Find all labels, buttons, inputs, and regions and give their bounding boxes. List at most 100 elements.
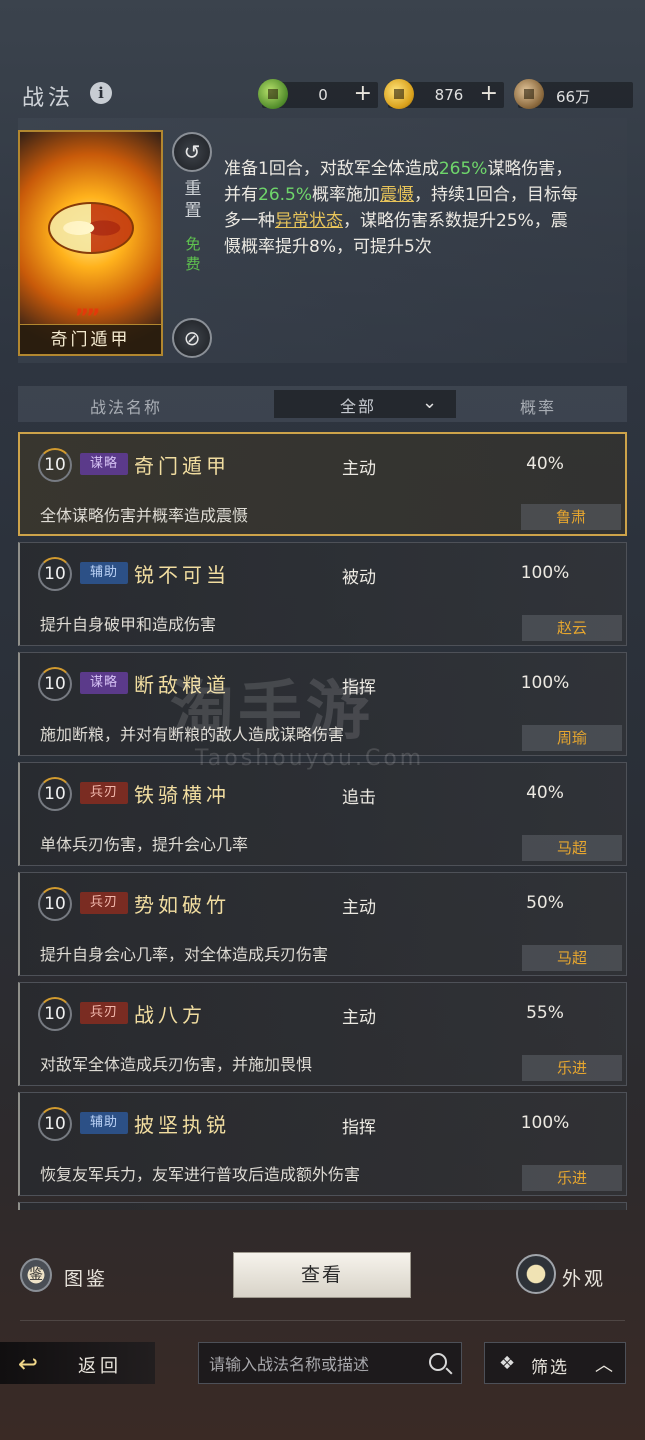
- filter-label: 筛选: [531, 1358, 569, 1378]
- hero-tag[interactable]: 赵云: [522, 615, 622, 641]
- free-label: 免费: [185, 235, 201, 273]
- col-skill-name: 战法名称: [90, 398, 163, 417]
- skill-row[interactable]: 10 兵刃 战八方 主动 55% 对敌军全体造成兵刃伤害，并施加畏惧 乐进: [18, 982, 627, 1086]
- skill-name: 披坚执锐: [134, 1113, 230, 1137]
- jade-plus-button[interactable]: +: [354, 82, 372, 106]
- skill-name: 势如破竹: [134, 893, 230, 917]
- chevron-down-icon: ⌄: [422, 392, 438, 413]
- skill-name: 奇门遁甲: [134, 454, 230, 478]
- skill-rate: 100%: [520, 1113, 570, 1133]
- level-badge: 10: [38, 777, 72, 811]
- skill-summary: 施加断粮，并对有断粮的敌人造成谋略伤害: [40, 725, 345, 744]
- hero-tag[interactable]: 马超: [522, 835, 622, 861]
- skill-row[interactable]: 10 辅助 锐不可当 被动 100% 提升自身破甲和造成伤害 赵云: [18, 542, 627, 646]
- skill-summary: 提升自身破甲和造成伤害: [40, 615, 217, 634]
- skill-row[interactable]: 10 辅助 披坚执锐 指挥 100% 恢复友军兵力，友军进行普攻后造成额外伤害 …: [18, 1092, 627, 1196]
- filter-button[interactable]: ❖ 筛选 ︿: [484, 1342, 626, 1384]
- gold-plus-button[interactable]: +: [480, 82, 498, 106]
- gold-coin-icon: [384, 79, 414, 109]
- skill-type: 追击: [342, 788, 376, 808]
- currency-gold: 876 +: [384, 79, 504, 109]
- skill-description: 准备1回合，对敌军全体造成265%谋略伤害，并有26.5%概率施加震慑，持续1回…: [224, 159, 578, 257]
- skill-rate: 50%: [526, 893, 564, 913]
- copper-coin-icon: [514, 79, 544, 109]
- skill-name: 锐不可当: [134, 563, 230, 587]
- appearance-label[interactable]: 外观: [562, 1264, 606, 1291]
- hero-tag[interactable]: 乐进: [522, 1055, 622, 1081]
- skill-row-partial[interactable]: [18, 1202, 627, 1210]
- skill-list[interactable]: 10 谋略 奇门遁甲 主动 40% 全体谋略伤害并概率造成震慑 鲁肃 10 辅助…: [18, 430, 627, 1210]
- skill-rate: 100%: [520, 563, 570, 583]
- skill-type: 主动: [342, 898, 376, 918]
- skill-summary: 提升自身会心几率，对全体造成兵刃伤害: [40, 945, 329, 964]
- skill-row[interactable]: 10 兵刃 铁骑横冲 追击 40% 单体兵刃伤害，提升会心几率 马超: [18, 762, 627, 866]
- skill-type: 被动: [342, 568, 376, 588]
- skill-summary: 恢复友军兵力，友军进行普攻后造成额外伤害: [40, 1165, 361, 1184]
- level-badge: 10: [38, 887, 72, 921]
- currency-jade: 0 +: [258, 79, 378, 109]
- back-label: 返回: [78, 1356, 122, 1377]
- chevron-up-icon: ︿: [595, 1355, 613, 1376]
- skill-tag: 兵刃: [80, 892, 128, 914]
- filter-diamond-icon: ❖: [499, 1353, 516, 1374]
- status-link-shock[interactable]: 震慑: [380, 185, 414, 205]
- col-rate: 概率: [520, 398, 557, 417]
- skill-type: 指挥: [342, 1118, 376, 1138]
- back-arrow-icon: ↩: [18, 1350, 39, 1378]
- skill-name: 铁骑横冲: [134, 783, 230, 807]
- jade-amount: 0: [318, 86, 328, 104]
- copper-amount: 66万: [556, 88, 591, 106]
- info-icon[interactable]: i: [90, 82, 112, 104]
- skill-detail-panel: „„ 奇门遁甲 ↺ 重置 免费 ⊘ 准备1回合，对敌军全体造成265%谋略伤害，…: [18, 118, 627, 363]
- book-icon[interactable]: 鉴: [20, 1258, 52, 1292]
- level-badge: 10: [38, 997, 72, 1031]
- hero-tag[interactable]: 周瑜: [522, 725, 622, 751]
- codex-label[interactable]: 图鉴: [64, 1264, 108, 1291]
- footer-bar: ↩ 返回 ❖ 筛选 ︿: [0, 1342, 645, 1384]
- hero-tag[interactable]: 乐进: [522, 1165, 622, 1191]
- search-input[interactable]: [209, 1353, 419, 1375]
- reset-icon[interactable]: ↺: [172, 132, 212, 172]
- back-button[interactable]: ↩ 返回: [0, 1342, 155, 1384]
- level-badge: 10: [38, 667, 72, 701]
- currency-copper: 66万: [514, 79, 633, 109]
- search-box: [198, 1342, 462, 1384]
- skill-tag: 兵刃: [80, 1002, 128, 1024]
- header-bar: 战法 i 0 + 876 + 66万: [0, 72, 645, 120]
- jade-coin-icon: [258, 79, 288, 109]
- skill-tag: 兵刃: [80, 782, 128, 804]
- status-link-abnormal[interactable]: 异常状态: [275, 211, 343, 231]
- skill-card-name: 奇门遁甲: [20, 324, 161, 354]
- category-filter-select[interactable]: 全部 ⌄: [274, 390, 456, 418]
- yin-yang-art: [48, 202, 134, 254]
- hero-tag[interactable]: 鲁肃: [521, 504, 621, 530]
- skill-name: 断敌粮道: [134, 673, 230, 697]
- skill-row[interactable]: 10 谋略 断敌粮道 指挥 100% 施加断粮，并对有断粮的敌人造成谋略伤害 周…: [18, 652, 627, 756]
- skill-row[interactable]: 10 谋略 奇门遁甲 主动 40% 全体谋略伤害并概率造成震慑 鲁肃: [18, 432, 627, 536]
- skill-rate: 55%: [526, 1003, 564, 1023]
- skill-name: 战八方: [134, 1003, 206, 1027]
- skill-rate: 40%: [526, 783, 564, 803]
- level-badge: 10: [38, 557, 72, 591]
- skill-card: „„ 奇门遁甲: [18, 130, 163, 356]
- pavilion-icon[interactable]: [516, 1254, 556, 1294]
- divider: [20, 1320, 625, 1321]
- level-badge: 10: [38, 448, 72, 482]
- skill-summary: 全体谋略伤害并概率造成震慑: [40, 506, 249, 525]
- slash-icon[interactable]: ⊘: [172, 318, 212, 358]
- skill-tag: 谋略: [80, 453, 128, 475]
- search-icon[interactable]: [429, 1353, 447, 1371]
- bottom-actions: 鉴 图鉴 查看 外观: [0, 1244, 645, 1308]
- skill-rate: 100%: [520, 673, 570, 693]
- hero-tag[interactable]: 马超: [522, 945, 622, 971]
- skill-row[interactable]: 10 兵刃 势如破竹 主动 50% 提升自身会心几率，对全体造成兵刃伤害 马超: [18, 872, 627, 976]
- skill-tag: 辅助: [80, 1112, 128, 1134]
- view-button[interactable]: 查看: [233, 1252, 411, 1298]
- skill-tag: 谋略: [80, 672, 128, 694]
- skill-table-header: 战法名称 全部 ⌄ 概率: [18, 386, 627, 422]
- skill-type: 主动: [342, 459, 376, 479]
- page-title: 战法: [22, 86, 75, 111]
- reset-label[interactable]: 重置: [183, 178, 203, 222]
- skill-type: 指挥: [342, 678, 376, 698]
- skill-summary: 对敌军全体造成兵刃伤害，并施加畏惧: [40, 1055, 313, 1074]
